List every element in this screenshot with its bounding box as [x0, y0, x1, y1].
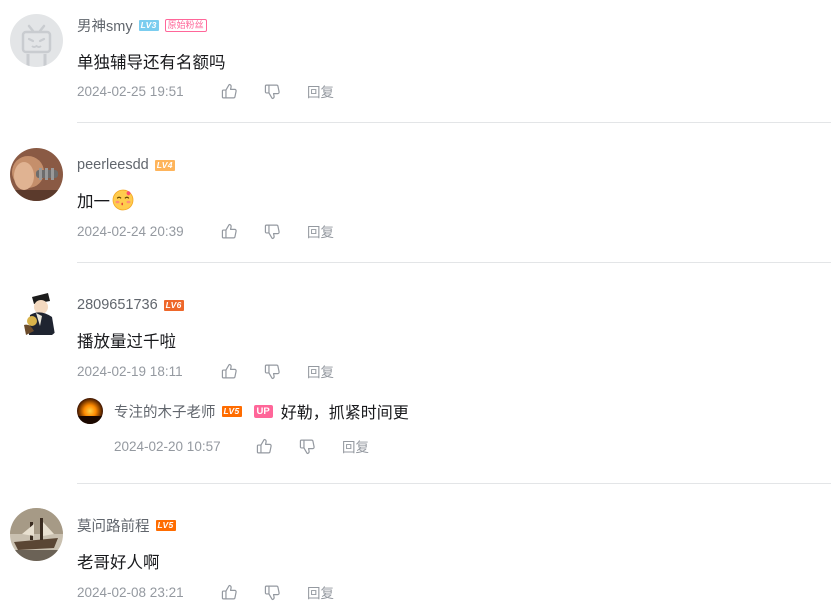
- reply-button[interactable]: 回复: [342, 436, 369, 456]
- up-badge: UP: [253, 404, 273, 418]
- comment-text: 老哥好人啊: [77, 554, 160, 572]
- dislike-button[interactable]: [264, 584, 281, 601]
- bilibili-default-avatar-icon: [10, 14, 63, 67]
- comment-text: 加一: [77, 188, 134, 212]
- thumbs-down-icon: [264, 363, 281, 380]
- avatar[interactable]: [10, 148, 63, 201]
- divider: [77, 262, 831, 263]
- sub-reply-text: 好勒，抓紧时间更: [280, 405, 409, 422]
- thumbs-down-icon: [264, 584, 281, 601]
- thumbs-down-icon: [264, 83, 281, 100]
- comment-text: 播放量过千啦: [77, 333, 176, 351]
- avatar[interactable]: [10, 508, 63, 561]
- like-button[interactable]: [221, 363, 238, 380]
- level-badge: LV5: [221, 405, 242, 417]
- reply-button[interactable]: 回复: [307, 361, 334, 381]
- divider: [77, 122, 831, 123]
- sub-username[interactable]: 专注的木子老师: [114, 401, 216, 422]
- thumbs-up-icon: [221, 584, 238, 601]
- kiss-emoji-icon: [112, 189, 134, 211]
- comment-text-content: 加一: [77, 193, 110, 211]
- anime-avatar-icon: [10, 287, 63, 340]
- like-button[interactable]: [221, 223, 238, 240]
- fan-badge: 原始粉丝: [164, 18, 207, 32]
- thumbs-up-icon: [221, 223, 238, 240]
- sunset-avatar-icon: [77, 398, 103, 424]
- like-button[interactable]: [221, 584, 238, 601]
- thumbs-up-icon: [221, 363, 238, 380]
- thumbs-up-icon: [221, 83, 238, 100]
- dislike-button[interactable]: [299, 438, 316, 455]
- like-button[interactable]: [221, 83, 238, 100]
- avatar[interactable]: [10, 287, 63, 340]
- reply-button[interactable]: 回复: [307, 81, 334, 101]
- thumbs-up-icon: [256, 438, 273, 455]
- sub-reply-time: 2024-02-20 10:57: [114, 438, 221, 454]
- level-badge: LV3: [138, 19, 159, 31]
- dislike-button[interactable]: [264, 363, 281, 380]
- level-badge: LV5: [155, 519, 176, 531]
- username[interactable]: 莫问路前程: [77, 515, 150, 536]
- username[interactable]: 男神smy: [77, 15, 133, 36]
- comment-time: 2024-02-24 20:39: [77, 223, 184, 239]
- reply-button[interactable]: 回复: [307, 221, 334, 241]
- photo-avatar-icon: [10, 148, 63, 201]
- reply-button[interactable]: 回复: [307, 582, 334, 602]
- like-button[interactable]: [256, 438, 273, 455]
- level-badge: LV6: [163, 299, 184, 311]
- comment-time: 2024-02-25 19:51: [77, 83, 184, 99]
- divider: [77, 483, 831, 484]
- level-badge: LV4: [154, 159, 175, 171]
- username[interactable]: peerleesdd: [77, 157, 149, 173]
- thumbs-down-icon: [264, 223, 281, 240]
- ship-avatar-icon: [10, 508, 63, 561]
- username[interactable]: 2809651736: [77, 297, 158, 313]
- comment-time: 2024-02-08 23:21: [77, 584, 184, 600]
- avatar[interactable]: [10, 14, 63, 67]
- dislike-button[interactable]: [264, 223, 281, 240]
- thumbs-down-icon: [299, 438, 316, 455]
- comment-text: 单独辅导还有名额吗: [77, 54, 226, 72]
- dislike-button[interactable]: [264, 83, 281, 100]
- avatar[interactable]: [77, 398, 103, 424]
- comment-time: 2024-02-19 18:11: [77, 363, 183, 379]
